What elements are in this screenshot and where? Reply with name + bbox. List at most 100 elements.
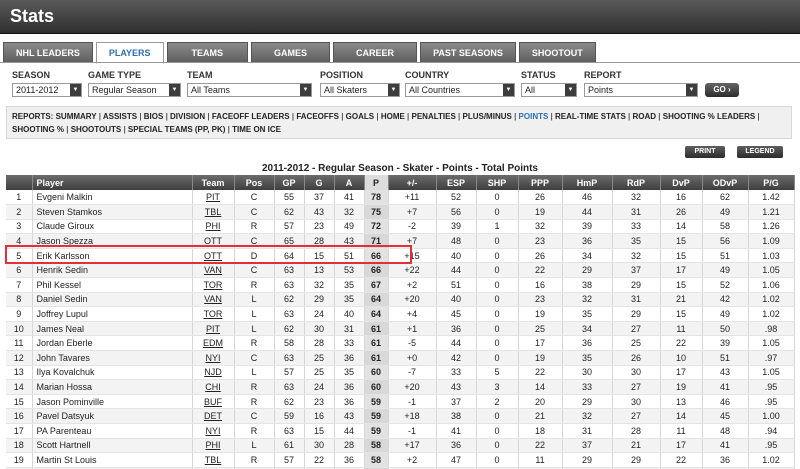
table-cell: 37 [304,190,335,206]
column-header[interactable]: Player [32,175,193,190]
team-link[interactable]: TBL [192,452,235,468]
report-link[interactable]: PLUS/MINUS [463,112,512,121]
column-header[interactable]: Team [192,175,235,190]
player-name-cell[interactable]: Pavel Datsyuk [32,408,193,424]
team-link[interactable]: TOR [192,277,235,293]
report-link[interactable]: FACEOFF LEADERS [212,112,290,121]
report-link[interactable]: BIOS [144,112,164,121]
tab-teams[interactable]: TEAMS [166,42,249,63]
team-link[interactable]: VAN [192,262,235,279]
column-header[interactable]: P/G [748,175,795,190]
report-link[interactable]: FACEOFFS [296,112,339,121]
team-link[interactable]: EDM [192,335,235,352]
column-header[interactable]: ESP [436,175,477,190]
go-button[interactable]: GO › [705,83,739,97]
player-name-cell[interactable]: Jason Pominville [32,394,193,410]
team-link[interactable]: PIT [192,190,235,206]
team-link[interactable]: TBL [192,204,235,220]
table-cell: C [234,190,275,206]
team-link[interactable]: NJD [192,365,235,381]
team-link[interactable]: CHI [192,379,235,395]
column-header[interactable]: DvP [660,175,703,190]
team-link[interactable]: OTT [192,248,235,264]
team-select[interactable]: All Teams ▼ [187,83,312,97]
column-header[interactable]: Pos [234,175,275,190]
table-cell: 0 [476,277,519,293]
player-name-cell[interactable]: Henrik Sedin [32,262,193,279]
report-link[interactable]: ASSISTS [103,112,137,121]
player-name-cell[interactable]: John Tavares [32,350,193,366]
column-header[interactable]: GP [274,175,305,190]
report-link[interactable]: GOALS [346,112,374,121]
team-link[interactable]: OTT [192,233,235,249]
column-header[interactable]: A [334,175,365,190]
player-name-cell[interactable]: Joffrey Lupul [32,306,193,322]
table-cell: 41 [436,423,477,439]
player-name-cell[interactable]: Phil Kessel [32,277,193,293]
team-link[interactable]: NYI [192,423,235,439]
print-button[interactable]: PRINT [685,146,725,158]
player-name-cell[interactable]: Jason Spezza [32,233,193,249]
tab-shootout[interactable]: SHOOTOUT [518,42,596,63]
report-link[interactable]: PENALTIES [412,112,456,121]
table-cell: 27 [612,408,661,424]
legend-button[interactable]: LEGEND [737,146,783,158]
player-name-cell[interactable]: Erik Karlsson [32,248,193,264]
game-type-select[interactable]: Regular Season ▼ [88,83,181,97]
column-header[interactable]: SHP [476,175,519,190]
column-header[interactable]: RdP [612,175,661,190]
report-link[interactable]: REAL-TIME STATS [555,112,626,121]
tab-players[interactable]: PLAYERS [95,42,164,64]
team-link[interactable]: PIT [192,321,235,337]
tab-games[interactable]: GAMES [251,42,331,63]
column-header[interactable]: HmP [562,175,613,190]
table-cell: 20 [518,394,563,410]
tab-nhl-leaders[interactable]: NHL LEADERS [3,42,93,63]
team-link[interactable]: DET [192,408,235,424]
report-link[interactable]: HOME [381,112,405,121]
team-link[interactable]: VAN [192,292,235,308]
column-header[interactable]: G [304,175,335,190]
team-link[interactable]: PHI [192,438,235,454]
table-row: 19 Martin St Louis TBL R 57 22 36 58 +2 47 0 11 29 29… [6,452,795,468]
player-name-cell[interactable]: Jordan Eberle [32,335,193,352]
tab-career[interactable]: CAREER [333,42,418,63]
status-select[interactable]: All ▼ [521,83,577,97]
season-select[interactable]: 2011-2012 ▼ [12,83,82,97]
player-name-cell[interactable]: Martin St Louis [32,452,193,468]
table-cell: 36 [334,379,365,395]
report-link[interactable]: TIME ON ICE [232,125,281,134]
player-name-cell[interactable]: Marian Hossa [32,379,193,395]
report-select[interactable]: Points ▼ [584,83,698,97]
column-header[interactable]: +/- [388,175,437,190]
table-cell: +1 [388,321,437,337]
report-link[interactable]: SHOOTING % LEADERS [663,112,755,121]
player-name-cell[interactable]: James Neal [32,321,193,337]
tab-past-seasons[interactable]: PAST SEASONS [420,42,516,63]
report-link[interactable]: SPECIAL TEAMS (PP, PK) [128,125,226,134]
team-link[interactable]: PHI [192,219,235,235]
report-link[interactable]: DIVISION [170,112,205,121]
report-link[interactable]: ROAD [633,112,657,121]
player-name-cell[interactable]: Scott Hartnell [32,438,193,454]
country-select[interactable]: All Countries ▼ [405,83,515,97]
position-select[interactable]: All Skaters ▼ [320,83,400,97]
team-link[interactable]: NYI [192,350,235,366]
player-name-cell[interactable]: Claude Giroux [32,219,193,235]
team-link[interactable]: TOR [192,306,235,322]
report-link[interactable]: SUMMARY [56,112,97,121]
report-link[interactable]: SHOOTING % [12,125,64,134]
player-name-cell[interactable]: Ilya Kovalchuk [32,365,193,381]
column-header[interactable]: ODvP [702,175,749,190]
team-link[interactable]: BUF [192,394,235,410]
column-header[interactable]: PPP [518,175,563,190]
report-link[interactable]: POINTS [519,112,549,121]
player-name-cell[interactable]: Daniel Sedin [32,292,193,308]
report-link[interactable]: SHOOTOUTS [71,125,122,134]
player-name-cell[interactable]: Steven Stamkos [32,204,193,220]
player-name-cell[interactable]: PA Parenteau [32,423,193,439]
column-header[interactable]: P [364,175,389,190]
table-cell: 33 [436,365,477,381]
table-cell: C [234,408,275,424]
player-name-cell[interactable]: Evgeni Malkin [32,190,193,206]
